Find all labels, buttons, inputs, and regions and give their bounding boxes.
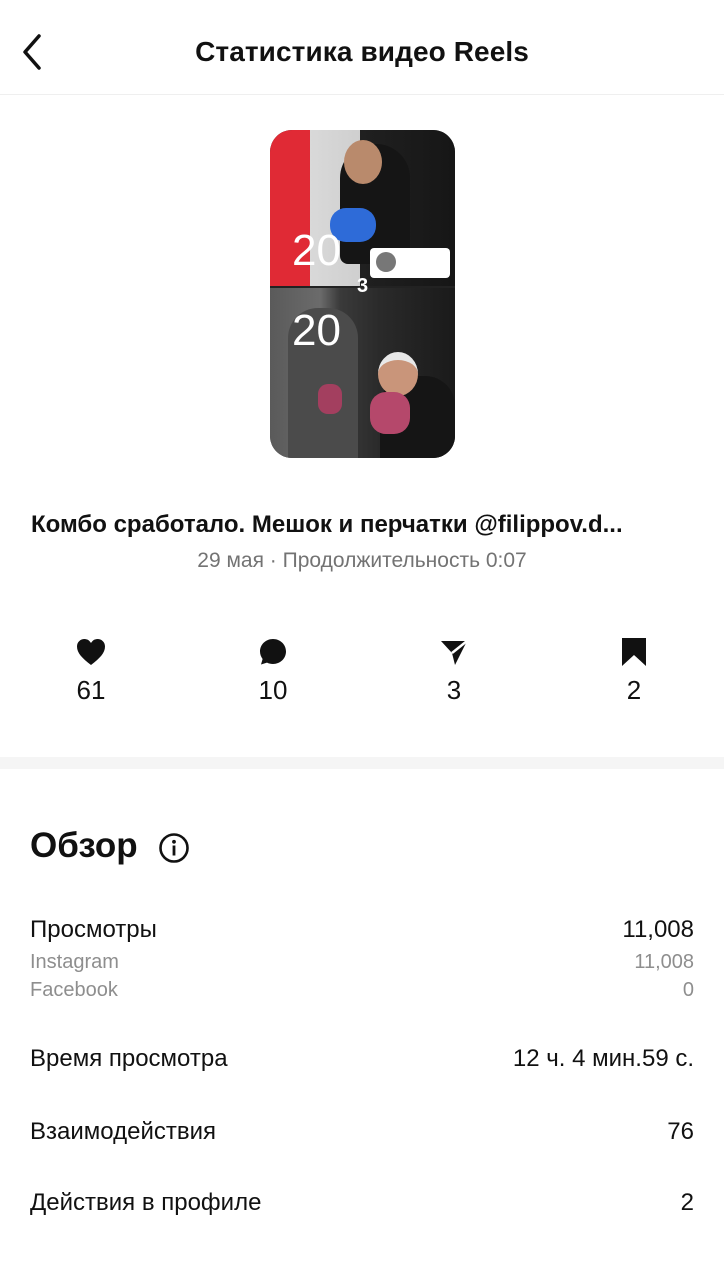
facebook-label: Facebook — [30, 979, 118, 1001]
likes-stat[interactable]: 61 — [51, 635, 131, 706]
likes-count: 61 — [76, 675, 106, 705]
fighter-head — [344, 140, 382, 184]
post-caption: Комбо сработало. Мешок и перчатки @filip… — [31, 511, 623, 538]
instagram-label: Instagram — [30, 951, 119, 973]
shares-count: 3 — [446, 675, 462, 705]
facebook-value: 0 — [682, 979, 694, 1001]
interactions-value: 76 — [667, 1118, 694, 1145]
info-icon — [159, 833, 189, 863]
views-label: Просмотры — [30, 916, 157, 943]
fighter-head — [378, 352, 418, 396]
heart-icon — [77, 639, 105, 665]
comment-icon — [260, 639, 286, 665]
share-icon — [441, 640, 468, 665]
comments-count: 10 — [258, 675, 288, 705]
overlay-number: 20 — [292, 306, 341, 355]
saves-count: 2 — [626, 675, 642, 705]
shares-stat[interactable]: 3 — [414, 635, 494, 706]
post-meta: 29 мая · Продолжительность 0:07 — [197, 549, 527, 572]
boxing-glove — [370, 392, 410, 434]
instagram-value: 11,008 — [634, 951, 694, 973]
info-button[interactable] — [158, 832, 190, 864]
profile-actions-label: Действия в профиле — [30, 1189, 262, 1216]
reel-thumbnail[interactable]: 20 3 20 — [270, 130, 455, 458]
comments-stat[interactable]: 10 — [233, 635, 313, 706]
watch-time-value: 12 ч. 4 мин.59 с. — [512, 1045, 694, 1072]
header: Статистика видео Reels — [0, 0, 724, 95]
boxing-glove — [318, 384, 342, 414]
views-value: 11,008 — [622, 916, 694, 943]
embedded-avatar — [376, 252, 396, 272]
saves-stat[interactable]: 2 — [594, 635, 674, 706]
overlay-number: 3 — [357, 275, 369, 297]
interactions-label: Взаимодействия — [30, 1118, 216, 1145]
overlay-number: 20 — [292, 226, 341, 275]
bookmark-icon — [622, 638, 646, 666]
section-divider — [0, 757, 724, 769]
overview-title: Обзор — [30, 826, 138, 865]
watch-time-label: Время просмотра — [30, 1045, 228, 1072]
profile-actions-value: 2 — [680, 1189, 694, 1216]
page-title: Статистика видео Reels — [195, 36, 529, 67]
